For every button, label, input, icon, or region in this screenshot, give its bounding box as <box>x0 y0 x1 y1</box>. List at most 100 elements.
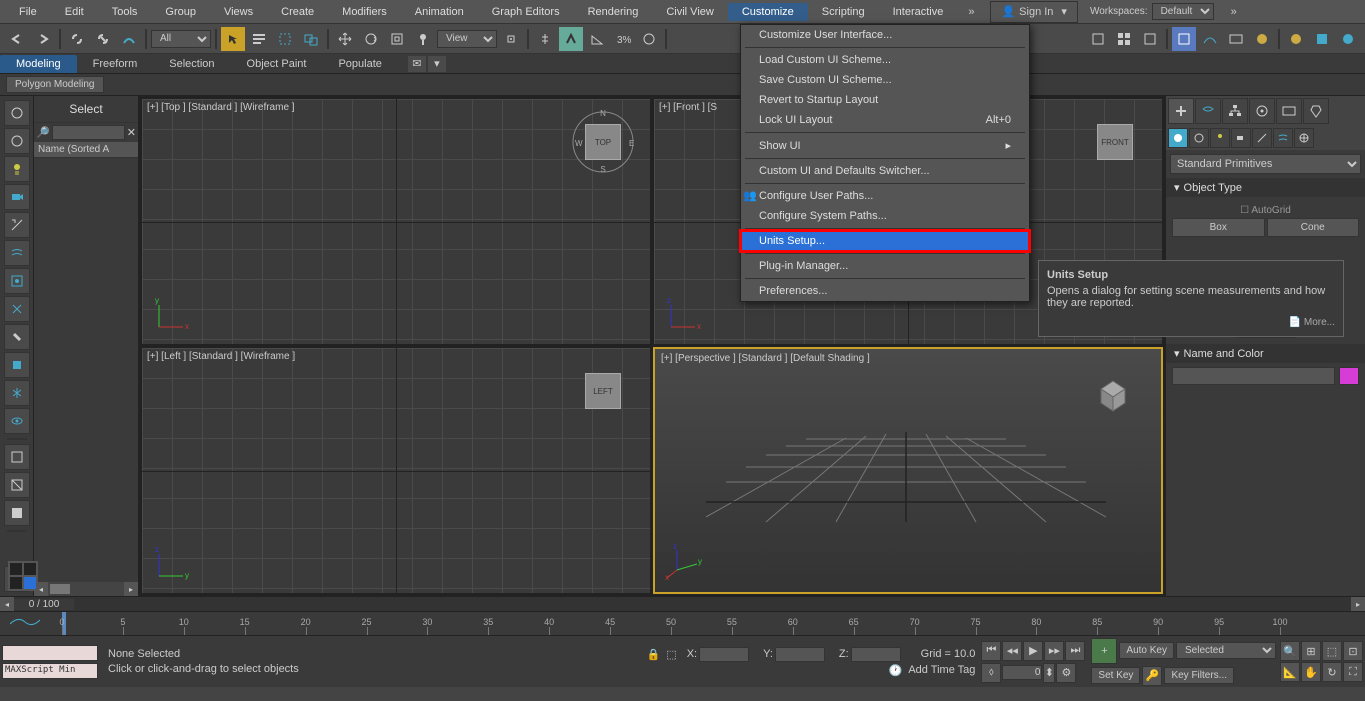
prev-frame-button[interactable]: ◂◂ <box>1002 641 1022 661</box>
menu-rendering[interactable]: Rendering <box>574 3 653 21</box>
explorer-column-name[interactable]: Name (Sorted A <box>34 142 138 158</box>
filter-invert-icon[interactable] <box>4 500 30 526</box>
cube-left-face[interactable]: LEFT <box>585 373 621 409</box>
viewport-top-label[interactable]: [+] [Top ] [Standard ] [Wireframe ] <box>147 102 295 113</box>
viewport-perspective[interactable]: [+] [Perspective ] [Standard ] [Default … <box>653 347 1163 594</box>
render-flyout-button[interactable] <box>1284 27 1308 51</box>
menu-interactive[interactable]: Interactive <box>879 3 958 21</box>
viewport-left-label[interactable]: [+] [Left ] [Standard ] [Wireframe ] <box>147 351 295 362</box>
snap-button[interactable] <box>559 27 583 51</box>
placement-button[interactable] <box>411 27 435 51</box>
viewport-front-label[interactable]: [+] [Front ] [S <box>659 102 717 113</box>
filter-none-icon[interactable] <box>4 472 30 498</box>
menu-customize[interactable]: Customize <box>728 3 808 21</box>
cameras-subtab[interactable] <box>1231 128 1251 148</box>
keyfilter-select[interactable]: Selected <box>1176 642 1276 659</box>
menu-item-preferences[interactable]: Preferences... <box>741 281 1029 301</box>
scale-button[interactable] <box>385 27 409 51</box>
name-color-rollout[interactable]: ▾Name and Color <box>1166 344 1365 363</box>
menu-item-custom-ui-and-defaults-switcher[interactable]: Custom UI and Defaults Switcher... <box>741 161 1029 181</box>
timeline-scroll-left[interactable]: ◂ <box>0 597 14 611</box>
spinner-snap-button[interactable] <box>637 27 661 51</box>
viewport-top[interactable]: [+] [Top ] [Standard ] [Wireframe ] NEWS… <box>141 98 651 345</box>
object-type-rollout[interactable]: ▾Object Type <box>1166 178 1365 197</box>
tooltip-more-link[interactable]: 📄 More... <box>1047 317 1335 328</box>
time-tag-icon[interactable]: 🕐 <box>889 664 903 677</box>
set-key-large-button[interactable]: + <box>1091 638 1117 664</box>
helpers-subtab[interactable] <box>1252 128 1272 148</box>
create-tab[interactable] <box>1168 98 1194 124</box>
menu-scripting[interactable]: Scripting <box>808 3 879 21</box>
menu-item-customize-user-interface[interactable]: Customize User Interface... <box>741 25 1029 45</box>
lights-subtab[interactable] <box>1210 128 1230 148</box>
autokey-button[interactable]: Auto Key <box>1119 642 1174 659</box>
viewport-persp-label[interactable]: [+] [Perspective ] [Standard ] [Default … <box>661 353 870 364</box>
filter-bone-icon[interactable] <box>4 324 30 350</box>
workspaces-select[interactable]: Default <box>1152 3 1214 20</box>
menu-item-show-ui[interactable]: Show UI▸ <box>741 135 1029 156</box>
schematic-view-button[interactable] <box>1086 27 1110 51</box>
filter-container-icon[interactable] <box>4 352 30 378</box>
spacewarps-subtab[interactable] <box>1273 128 1293 148</box>
play-button[interactable]: ▶ <box>1023 641 1043 661</box>
select-object-button[interactable] <box>221 27 245 51</box>
zoom-extents-button[interactable]: ⬚ <box>1322 641 1342 661</box>
menu-item-save-custom-ui-scheme[interactable]: Save Custom UI Scheme... <box>741 70 1029 90</box>
filter-geom-icon[interactable] <box>4 100 30 126</box>
timeline-scroll-right[interactable]: ▸ <box>1351 597 1365 611</box>
add-time-tag[interactable]: Add Time Tag <box>908 664 975 676</box>
systems-subtab[interactable] <box>1294 128 1314 148</box>
rotate-button[interactable] <box>359 27 383 51</box>
modify-tab[interactable] <box>1195 98 1221 124</box>
menu-item-plug-in-manager[interactable]: Plug-in Manager... <box>741 256 1029 276</box>
pivot-button[interactable] <box>499 27 523 51</box>
ribbon-panel-label[interactable]: Polygon Modeling <box>6 76 104 93</box>
pan-button[interactable]: ✋ <box>1301 662 1321 682</box>
menu-item-units-setup[interactable]: Units Setup... <box>741 231 1029 251</box>
cube-front-face[interactable]: FRONT <box>1097 124 1133 160</box>
menu-views[interactable]: Views <box>210 3 267 21</box>
manipulate-button[interactable] <box>533 27 557 51</box>
render-iterative-button[interactable] <box>1310 27 1334 51</box>
object-name-input[interactable] <box>1172 367 1335 385</box>
zoom-button[interactable]: 🔍 <box>1280 641 1300 661</box>
maxscript-output[interactable] <box>2 645 98 661</box>
fov-button[interactable]: 📐 <box>1280 662 1300 682</box>
dope-sheet-button[interactable] <box>1224 27 1248 51</box>
ribbon-tab-populate[interactable]: Populate <box>322 55 397 73</box>
undo-button[interactable] <box>5 27 29 51</box>
render-frame-button[interactable] <box>1172 27 1196 51</box>
category-dropdown[interactable]: Standard Primitives <box>1170 154 1361 174</box>
bind-button[interactable] <box>117 27 141 51</box>
menu-civil-view[interactable]: Civil View <box>652 3 727 21</box>
ribbon-expand-icon[interactable]: ▾ <box>428 56 446 72</box>
maxscript-input[interactable]: MAXScript Min <box>2 663 98 679</box>
viewcube-left[interactable]: LEFT <box>567 355 639 427</box>
render-button[interactable] <box>1250 27 1274 51</box>
next-frame-button[interactable]: ▸▸ <box>1044 641 1064 661</box>
menu-tools[interactable]: Tools <box>98 3 152 21</box>
menu-item-lock-ui-layout[interactable]: Lock UI LayoutAlt+0 <box>741 110 1029 130</box>
render-production-button[interactable] <box>1336 27 1360 51</box>
max-toggle-button[interactable]: ⛶ <box>1343 662 1363 682</box>
filter-light-icon[interactable] <box>4 156 30 182</box>
y-input[interactable] <box>775 647 825 662</box>
menu-item-revert-to-startup-layout[interactable]: Revert to Startup Layout <box>741 90 1029 110</box>
rect-select-button[interactable] <box>273 27 297 51</box>
goto-start-button[interactable]: ⏮ <box>981 641 1001 661</box>
menu-overflow[interactable]: » <box>962 6 980 18</box>
isolate-icon[interactable]: ⬚ <box>666 648 676 661</box>
setkey-button[interactable]: Set Key <box>1091 667 1140 684</box>
z-input[interactable] <box>851 647 901 662</box>
viewport-left[interactable]: [+] [Left ] [Standard ] [Wireframe ] LEF… <box>141 347 651 594</box>
menu-modifiers[interactable]: Modifiers <box>328 3 401 21</box>
zoom-all-button[interactable]: ⊞ <box>1301 641 1321 661</box>
explorer-search-input[interactable] <box>52 125 125 140</box>
menu-graph-editors[interactable]: Graph Editors <box>478 3 574 21</box>
ribbon-tab-object-paint[interactable]: Object Paint <box>231 55 323 73</box>
select-by-name-button[interactable] <box>247 27 271 51</box>
viewport-layout-switcher[interactable] <box>8 561 38 591</box>
filter-frozen-icon[interactable] <box>4 380 30 406</box>
lock-icon[interactable]: 🔒 <box>647 648 661 661</box>
curve-editor-button[interactable] <box>1198 27 1222 51</box>
